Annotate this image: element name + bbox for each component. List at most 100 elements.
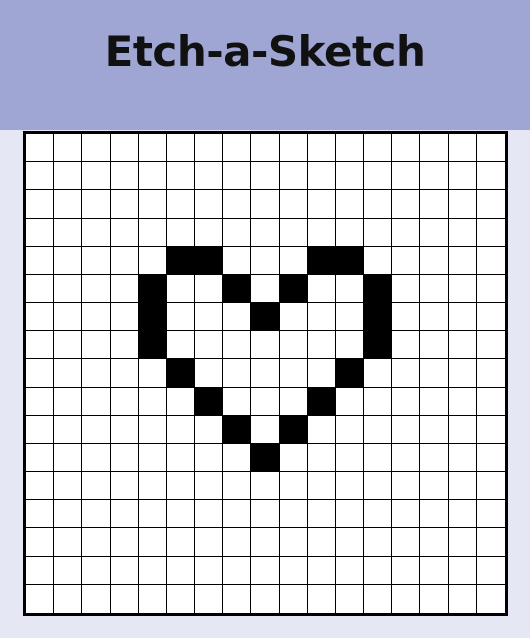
- grid-cell[interactable]: [392, 274, 421, 304]
- grid-cell[interactable]: [82, 274, 111, 304]
- grid-cell[interactable]: [335, 218, 365, 247]
- grid-cell[interactable]: [82, 443, 111, 473]
- grid-cell[interactable]: [26, 472, 55, 501]
- grid-cell[interactable]: [110, 556, 139, 585]
- grid-cell[interactable]: [476, 415, 505, 444]
- grid-cell[interactable]: [54, 443, 83, 473]
- grid-cell[interactable]: [279, 443, 308, 473]
- grid-cell[interactable]: [166, 246, 196, 275]
- grid-cell[interactable]: [223, 134, 252, 163]
- grid-cell[interactable]: [251, 359, 280, 388]
- grid-cell[interactable]: [82, 415, 111, 444]
- grid-cell[interactable]: [476, 162, 505, 191]
- grid-cell[interactable]: [195, 443, 224, 473]
- grid-cell[interactable]: [195, 162, 224, 191]
- grid-cell[interactable]: [420, 218, 449, 247]
- grid-cell[interactable]: [448, 218, 477, 247]
- grid-cell[interactable]: [223, 303, 252, 332]
- grid-cell[interactable]: [476, 331, 505, 360]
- grid-cell[interactable]: [110, 472, 139, 501]
- grid-cell[interactable]: [392, 472, 421, 501]
- grid-cell[interactable]: [420, 190, 449, 219]
- grid-cell[interactable]: [392, 246, 421, 275]
- grid-cell[interactable]: [195, 274, 224, 304]
- grid-cell[interactable]: [54, 387, 83, 416]
- grid-cell[interactable]: [279, 134, 308, 163]
- grid-cell[interactable]: [138, 500, 167, 529]
- grid-cell[interactable]: [251, 274, 280, 304]
- grid-cell[interactable]: [448, 387, 477, 416]
- grid-cell[interactable]: [54, 584, 83, 613]
- grid-cell[interactable]: [476, 359, 505, 388]
- grid-cell[interactable]: [448, 443, 477, 473]
- grid-cell[interactable]: [392, 500, 421, 529]
- grid-cell[interactable]: [138, 218, 167, 247]
- grid-cell[interactable]: [364, 331, 393, 360]
- grid-cell[interactable]: [166, 584, 196, 613]
- grid-cell[interactable]: [251, 162, 280, 191]
- grid-cell[interactable]: [138, 584, 167, 613]
- grid-cell[interactable]: [26, 359, 55, 388]
- grid-cell[interactable]: [279, 303, 308, 332]
- grid-cell[interactable]: [307, 218, 336, 247]
- grid-cell[interactable]: [138, 556, 167, 585]
- grid-cell[interactable]: [307, 190, 336, 219]
- grid-cell[interactable]: [138, 303, 167, 332]
- grid-cell[interactable]: [448, 584, 477, 613]
- grid-cell[interactable]: [307, 162, 336, 191]
- grid-cell[interactable]: [138, 274, 167, 304]
- grid-cell[interactable]: [82, 331, 111, 360]
- grid-cell[interactable]: [364, 162, 393, 191]
- grid-cell[interactable]: [279, 331, 308, 360]
- grid-cell[interactable]: [420, 500, 449, 529]
- grid-cell[interactable]: [420, 443, 449, 473]
- grid-cell[interactable]: [195, 218, 224, 247]
- grid-cell[interactable]: [82, 162, 111, 191]
- grid-cell[interactable]: [279, 584, 308, 613]
- grid-cell[interactable]: [476, 303, 505, 332]
- grid-cell[interactable]: [138, 472, 167, 501]
- grid-cell[interactable]: [307, 274, 336, 304]
- grid-cell[interactable]: [420, 528, 449, 557]
- grid-cell[interactable]: [54, 556, 83, 585]
- grid-cell[interactable]: [420, 162, 449, 191]
- grid-cell[interactable]: [420, 472, 449, 501]
- grid-cell[interactable]: [223, 359, 252, 388]
- grid-cell[interactable]: [195, 190, 224, 219]
- grid-cell[interactable]: [392, 443, 421, 473]
- grid-cell[interactable]: [307, 415, 336, 444]
- grid-cell[interactable]: [195, 331, 224, 360]
- grid-cell[interactable]: [420, 274, 449, 304]
- grid-cell[interactable]: [420, 359, 449, 388]
- grid-cell[interactable]: [251, 472, 280, 501]
- grid-cell[interactable]: [82, 134, 111, 163]
- grid-cell[interactable]: [110, 303, 139, 332]
- grid-cell[interactable]: [54, 359, 83, 388]
- grid-cell[interactable]: [195, 584, 224, 613]
- grid-cell[interactable]: [364, 584, 393, 613]
- grid-cell[interactable]: [251, 500, 280, 529]
- grid-cell[interactable]: [82, 387, 111, 416]
- grid-cell[interactable]: [110, 500, 139, 529]
- grid-cell[interactable]: [54, 472, 83, 501]
- grid-cell[interactable]: [54, 303, 83, 332]
- grid-cell[interactable]: [251, 218, 280, 247]
- grid-cell[interactable]: [251, 134, 280, 163]
- grid-cell[interactable]: [279, 500, 308, 529]
- grid-cell[interactable]: [364, 528, 393, 557]
- grid-cell[interactable]: [307, 500, 336, 529]
- grid-cell[interactable]: [279, 218, 308, 247]
- grid-cell[interactable]: [110, 274, 139, 304]
- grid-cell[interactable]: [251, 556, 280, 585]
- grid-cell[interactable]: [82, 500, 111, 529]
- grid-cell[interactable]: [279, 359, 308, 388]
- grid-cell[interactable]: [251, 190, 280, 219]
- grid-cell[interactable]: [54, 218, 83, 247]
- grid-cell[interactable]: [476, 584, 505, 613]
- grid-cell[interactable]: [54, 134, 83, 163]
- grid-cell[interactable]: [279, 162, 308, 191]
- grid-cell[interactable]: [364, 556, 393, 585]
- grid-cell[interactable]: [420, 387, 449, 416]
- grid-cell[interactable]: [195, 500, 224, 529]
- grid-cell[interactable]: [335, 331, 365, 360]
